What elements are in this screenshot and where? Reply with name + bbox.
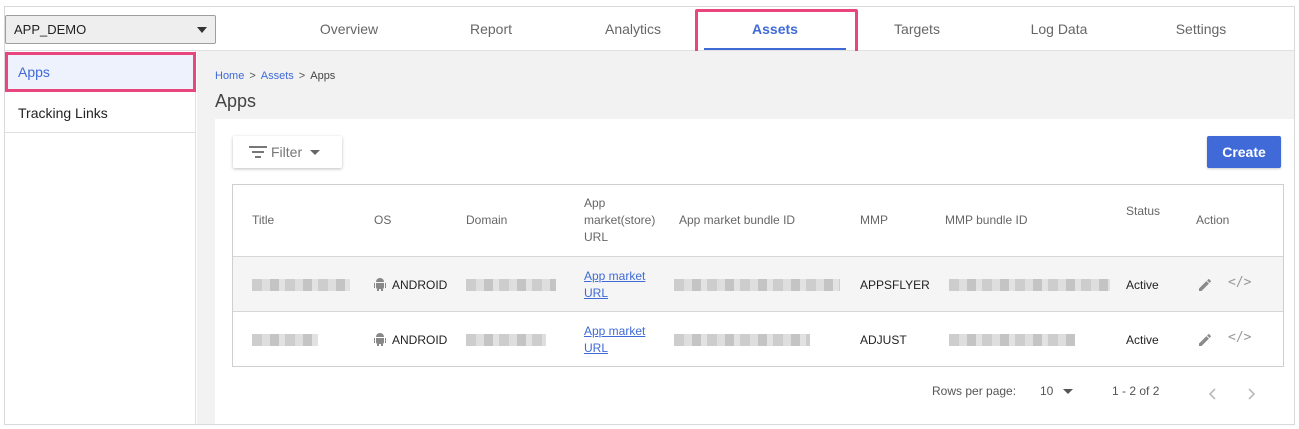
page-title: Apps (215, 91, 257, 111)
tab-highlight-box (695, 9, 858, 56)
filter-icon (249, 146, 267, 158)
breadcrumb-separator: > (298, 70, 306, 82)
rows-per-page-select[interactable]: 10 (1040, 384, 1074, 398)
store-url-link[interactable]: App market (584, 268, 645, 285)
cell-bundle-id (674, 312, 810, 367)
column-header-status: Status (1126, 204, 1161, 218)
code-icon[interactable]: </> (1228, 330, 1251, 345)
sidebar-item-apps[interactable]: Apps (5, 52, 196, 92)
code-icon[interactable]: </> (1228, 275, 1251, 290)
tab-label: Settings (1175, 21, 1227, 37)
cell-title (252, 257, 350, 312)
breadcrumb-separator: > (249, 70, 256, 82)
column-header-title: Title (252, 213, 275, 227)
column-header-os: OS (374, 213, 392, 227)
cell-status: Active (1126, 332, 1159, 347)
app-selector-value: APP_DEMO (14, 22, 87, 37)
store-url-link[interactable]: URL (584, 340, 608, 357)
redacted-text (466, 333, 546, 346)
caret-down-icon (197, 27, 207, 33)
cell-bundle-id (674, 257, 840, 312)
chevron-left-icon[interactable] (1208, 387, 1218, 401)
cell-store-url: App market URL (584, 257, 645, 312)
column-header-store-url: App market(store) URL (584, 185, 674, 256)
top-nav-bar: APP_DEMO Overview Report Analytics Asset… (5, 7, 1294, 51)
rows-per-page-label: Rows per page: (932, 384, 1017, 398)
chevron-right-icon[interactable] (1246, 387, 1256, 401)
android-icon (374, 333, 386, 346)
breadcrumb-assets[interactable]: Assets (261, 70, 294, 82)
table-row[interactable]: ANDROID App market URL APPSFLYER Active … (233, 256, 1283, 311)
sidebar-item-tracking-links[interactable]: Tracking Links (5, 93, 196, 133)
cell-store-url: App market URL (584, 312, 645, 367)
app-selector[interactable]: APP_DEMO (5, 15, 216, 44)
cell-domain (466, 257, 556, 312)
column-header-bundle-id: App market bundle ID (679, 213, 796, 227)
redacted-text (949, 333, 1075, 346)
header-line: App (584, 196, 606, 210)
tab-label: Report (469, 21, 513, 37)
android-icon (374, 278, 386, 291)
redacted-text (674, 278, 840, 291)
app-frame: APP_DEMO Overview Report Analytics Asset… (4, 6, 1295, 425)
tab-label: Targets (894, 21, 940, 37)
header-line: URL (584, 230, 609, 244)
tab-label: Analytics (604, 21, 662, 37)
cell-mmp-bundle-id (949, 257, 1110, 312)
caret-down-icon (310, 149, 321, 155)
create-button[interactable]: Create (1207, 136, 1281, 168)
os-label: ANDROID (392, 277, 448, 292)
store-url-link[interactable]: App market (584, 323, 645, 340)
redacted-text (949, 278, 1110, 291)
tab-overview[interactable]: Overview (278, 7, 420, 51)
tab-label: Overview (319, 21, 379, 37)
pagination-range: 1 - 2 of 2 (1112, 384, 1160, 398)
rows-per-page-value: 10 (1040, 384, 1054, 398)
redacted-text (466, 278, 556, 291)
cell-os: ANDROID (374, 257, 447, 312)
cell-mmp: APPSFLYER (860, 277, 930, 292)
store-url-link[interactable]: URL (584, 285, 608, 302)
cell-domain (466, 312, 546, 367)
filter-label: Filter (271, 144, 303, 160)
column-header-action: Action (1196, 213, 1230, 227)
main-content: Home > Assets > Apps Apps Filter Create Titl… (197, 51, 1294, 424)
pencil-icon[interactable] (1197, 331, 1213, 347)
cell-mmp-bundle-id (949, 312, 1075, 367)
column-header-mmp: MMP (860, 213, 888, 227)
pencil-icon[interactable] (1197, 276, 1213, 292)
sidebar: Apps Tracking Links (5, 51, 196, 424)
cell-mmp: ADJUST (860, 332, 907, 347)
redacted-text (252, 278, 350, 291)
filter-button[interactable]: Filter (233, 136, 342, 168)
cell-os: ANDROID (374, 312, 447, 367)
cell-title (252, 312, 318, 367)
column-header-mmp-bundle-id: MMP bundle ID (945, 213, 1028, 227)
cell-status: Active (1126, 277, 1159, 292)
tab-report[interactable]: Report (420, 7, 562, 51)
apps-table: Title OS Domain App market(store) URL Ap… (232, 184, 1284, 367)
breadcrumb-current: Apps (310, 70, 336, 82)
breadcrumb: Home > Assets > Apps (215, 70, 335, 82)
caret-down-icon (1063, 388, 1074, 394)
apps-card: Filter Create Title OS Domain App market… (215, 119, 1294, 424)
tab-log-data[interactable]: Log Data (988, 7, 1130, 51)
tab-label: Log Data (1030, 21, 1088, 37)
sidebar-item-label: Apps (18, 64, 50, 80)
redacted-text (674, 333, 810, 346)
header-line: market(store) (584, 213, 656, 227)
tab-settings[interactable]: Settings (1130, 7, 1272, 51)
column-header-domain: Domain (466, 213, 508, 227)
sidebar-item-label: Tracking Links (18, 104, 108, 121)
tab-targets[interactable]: Targets (846, 7, 988, 51)
breadcrumb-home[interactable]: Home (215, 70, 244, 82)
os-label: ANDROID (392, 332, 448, 347)
redacted-text (252, 333, 318, 346)
tab-analytics[interactable]: Analytics (562, 7, 704, 51)
table-row[interactable]: ANDROID App market URL ADJUST Active </> (233, 311, 1283, 366)
